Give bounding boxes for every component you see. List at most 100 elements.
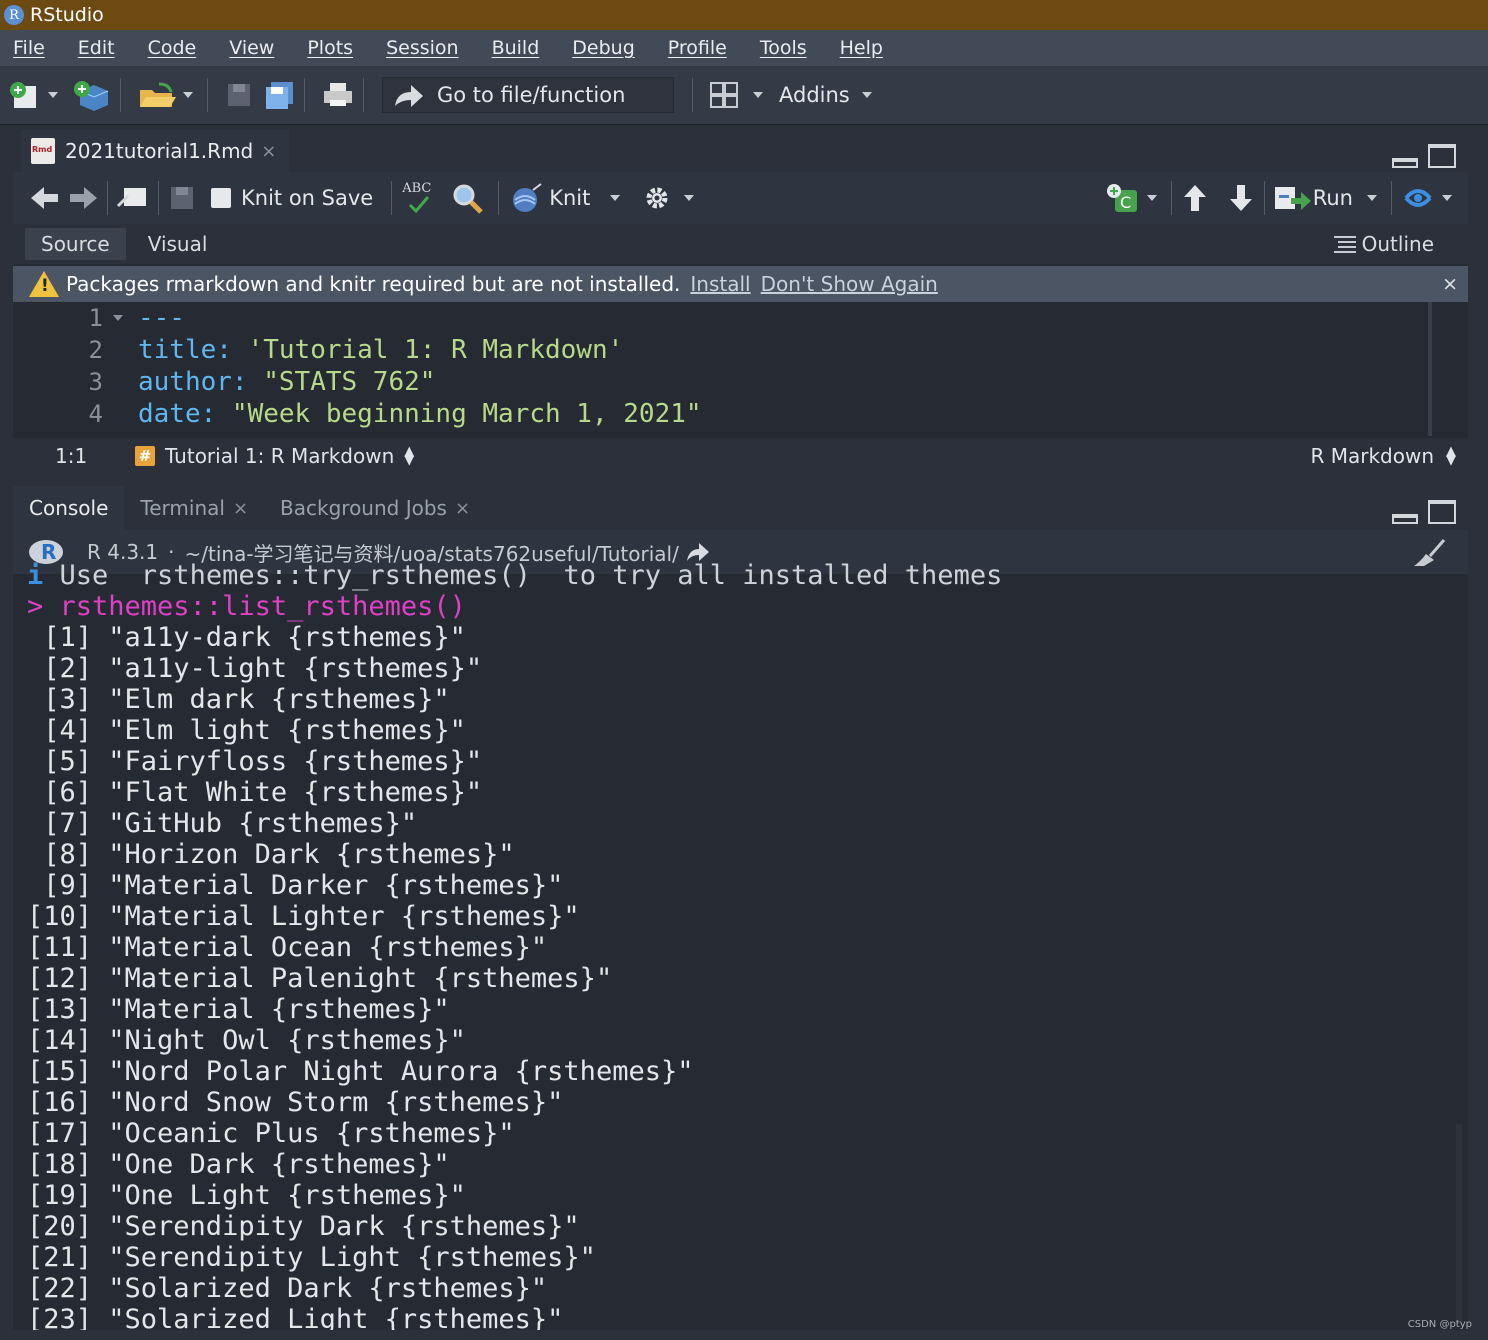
window-title: RStudio — [30, 4, 104, 26]
tab-source[interactable]: Source — [25, 228, 126, 260]
menu-plots[interactable]: Plots — [307, 37, 353, 59]
console-scrollbar[interactable] — [1456, 1124, 1462, 1324]
code-line: 1 --- — [13, 302, 1423, 334]
go-to-file-function-label: Go to file/function — [437, 83, 626, 107]
close-tab-icon[interactable]: × — [455, 498, 470, 519]
output-line: [11] "Material Ocean {rsthemes}" — [27, 932, 548, 963]
close-tab-icon[interactable]: × — [261, 141, 276, 162]
tab-background-jobs[interactable]: Background Jobs × — [264, 486, 486, 530]
output-line: [22] "Solarized Dark {rsthemes}" — [27, 1273, 548, 1304]
tab-visual[interactable]: Visual — [132, 232, 224, 256]
knit-button[interactable]: Knit — [549, 186, 590, 210]
insert-chunk-icon[interactable]: C — [1105, 182, 1141, 214]
chevron-down-icon — [753, 92, 763, 98]
arrow-down-icon[interactable] — [1226, 182, 1256, 214]
tab-filename: 2021tutorial1.Rmd — [65, 139, 254, 163]
section-navigator[interactable]: # Tutorial 1: R Markdown ▲ ▼ — [135, 444, 414, 468]
knit-yarn-icon[interactable] — [507, 182, 543, 214]
open-file-button[interactable] — [137, 75, 199, 115]
print-button[interactable] — [321, 75, 355, 115]
outline-label: Outline — [1361, 232, 1434, 256]
maximize-pane-button[interactable] — [1428, 500, 1456, 524]
save-icon[interactable] — [167, 183, 197, 213]
updown-icon: ▲ ▼ — [404, 444, 415, 468]
save-all-button[interactable] — [262, 75, 296, 115]
menu-session[interactable]: Session — [386, 37, 459, 59]
tab-console[interactable]: Console — [13, 486, 125, 530]
menu-tools[interactable]: Tools — [760, 37, 807, 59]
output-line: [9] "Material Darker {rsthemes}" — [27, 870, 564, 901]
line-number: 2 — [88, 336, 103, 364]
output-line: [13] "Material {rsthemes}" — [27, 994, 450, 1025]
line-number: 1 — [88, 304, 103, 332]
menu-code[interactable]: Code — [148, 37, 197, 59]
menu-view[interactable]: View — [229, 37, 274, 59]
tab-terminal[interactable]: Terminal × — [124, 486, 264, 530]
chevron-down-icon[interactable] — [1146, 195, 1157, 201]
output-line: [4] "Elm light {rsthemes}" — [27, 715, 466, 746]
code-text: date: "Week beginning March 1, 2021" — [138, 399, 702, 429]
updown-icon: ▲ ▼ — [1446, 444, 1456, 468]
search-icon[interactable] — [450, 182, 490, 214]
code-editor[interactable]: 1 --- 2 title: 'Tutorial 1: R Markdown' … — [13, 302, 1423, 436]
console-tabs: Console Terminal × Background Jobs × — [13, 484, 1468, 530]
menu-file[interactable]: File — [13, 37, 45, 59]
check-mark-icon — [409, 196, 430, 214]
show-in-window-icon[interactable] — [116, 184, 150, 212]
output-line: [14] "Night Owl {rsthemes}" — [27, 1025, 466, 1056]
new-file-button[interactable] — [8, 75, 64, 115]
outline-button[interactable]: Outline — [1332, 232, 1434, 256]
editor-scrollbar[interactable] — [1428, 302, 1432, 436]
close-warning-icon[interactable]: × — [1442, 273, 1458, 295]
go-to-file-function-input[interactable]: Go to file/function — [382, 77, 674, 113]
re-run-icon[interactable] — [1400, 183, 1436, 213]
run-icon[interactable] — [1273, 183, 1313, 213]
gear-icon[interactable] — [642, 183, 672, 213]
fold-icon[interactable] — [113, 315, 123, 321]
save-button[interactable] — [224, 75, 254, 115]
dont-show-again-link[interactable]: Don't Show Again — [761, 272, 938, 296]
menu-build[interactable]: Build — [492, 37, 540, 59]
arrow-up-icon[interactable] — [1180, 182, 1210, 214]
knit-on-save-checkbox[interactable] — [211, 188, 231, 208]
toolbar-divider — [120, 78, 121, 112]
document-tabs: 2021tutorial1.Rmd × — [13, 128, 1468, 172]
document-type-selector[interactable]: R Markdown ▲ ▼ — [1310, 444, 1456, 468]
rstudio-logo-icon: R — [4, 5, 24, 25]
minimize-pane-button[interactable] — [1392, 158, 1418, 168]
line-number: 3 — [88, 368, 103, 396]
results-list: [1] "a11y-dark {rsthemes}" [2] "a11y-lig… — [13, 622, 1453, 1330]
chevron-down-icon[interactable] — [1367, 195, 1377, 201]
new-project-button[interactable] — [72, 75, 112, 115]
code-text: --- — [138, 303, 185, 333]
maximize-pane-button[interactable] — [1428, 144, 1456, 168]
yaml-value: 'Tutorial 1: R Markdown' — [231, 335, 624, 365]
menu-debug[interactable]: Debug — [572, 37, 634, 59]
info-marker-icon: i — [27, 560, 44, 591]
menu-help[interactable]: Help — [840, 37, 883, 59]
chevron-down-icon[interactable] — [684, 195, 695, 201]
install-link[interactable]: Install — [690, 272, 750, 296]
toolbar-divider — [304, 78, 305, 112]
main-toolbar: Go to file/function Addins — [0, 66, 1488, 125]
menu-edit[interactable]: Edit — [78, 37, 115, 59]
code-text: title: 'Tutorial 1: R Markdown' — [138, 335, 623, 365]
command-text: rsthemes::list_rsthemes() — [43, 591, 466, 622]
minimize-pane-button[interactable] — [1392, 514, 1418, 524]
run-button[interactable]: Run — [1313, 186, 1353, 210]
chevron-down-icon[interactable] — [610, 195, 621, 201]
menu-profile[interactable]: Profile — [668, 37, 727, 59]
back-forward-icon[interactable] — [29, 183, 99, 213]
new-project-icon — [74, 81, 109, 111]
go-to-arrow-icon — [395, 85, 423, 107]
pane-layout-button[interactable] — [709, 75, 769, 115]
console-output[interactable]: i Use rsthemes::try_rsthemes() to try al… — [13, 560, 1453, 1330]
close-tab-icon[interactable]: × — [233, 498, 248, 519]
addins-menu[interactable]: Addins — [779, 83, 850, 107]
output-line: [15] "Nord Polar Night Aurora {rsthemes}… — [27, 1056, 694, 1087]
tab-2021tutorial1-rmd[interactable]: 2021tutorial1.Rmd × — [21, 130, 289, 172]
spell-check-icon[interactable]: ABC — [400, 181, 440, 215]
chevron-down-icon[interactable] — [1442, 195, 1452, 201]
output-line: [7] "GitHub {rsthemes}" — [27, 808, 418, 839]
spell-check-label: ABC — [402, 181, 432, 196]
